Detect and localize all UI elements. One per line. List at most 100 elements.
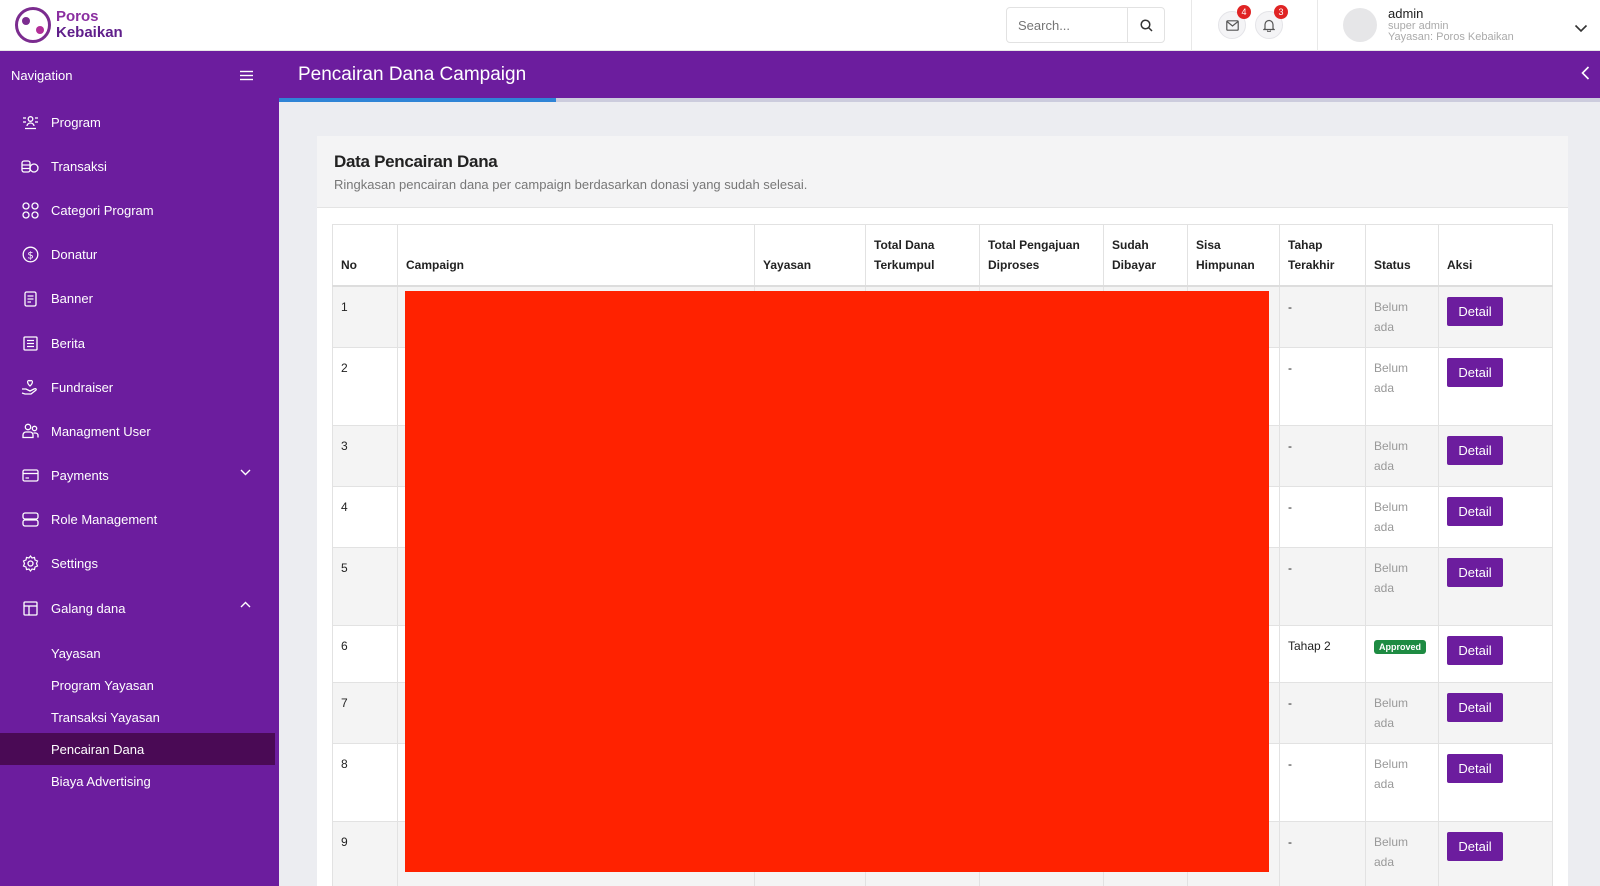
- col-header-campaign[interactable]: Campaign: [397, 224, 755, 287]
- sidebar-item-berita[interactable]: Berita: [0, 321, 279, 365]
- col-header-yayasan[interactable]: Yayasan: [754, 224, 866, 287]
- svg-text:$: $: [27, 250, 33, 261]
- chevron-down-icon[interactable]: [1574, 24, 1588, 33]
- card-icon: [21, 467, 39, 485]
- status-text: Belum: [1374, 835, 1409, 849]
- coins-icon: [21, 157, 39, 175]
- cell-status: Belum ada: [1365, 547, 1439, 626]
- sidebar-item-label: Role Management: [51, 512, 158, 528]
- status-text: ada: [1374, 459, 1395, 473]
- col-header-tahap-terakhir[interactable]: Tahap Terakhir: [1279, 224, 1366, 287]
- cell-no: 8: [332, 743, 398, 822]
- detail-button[interactable]: Detail: [1447, 558, 1503, 587]
- chevron-up-icon[interactable]: [240, 601, 251, 608]
- col-header-total-pengajuan[interactable]: Total Pengajuan Diproses: [979, 224, 1104, 287]
- sidebar: Navigation Program Transaksi Categori Pr…: [0, 51, 279, 886]
- layout-icon: [21, 599, 39, 617]
- sidebar-item-label: Banner: [51, 291, 93, 307]
- sidebar-item-payments[interactable]: Payments: [0, 454, 279, 498]
- col-header-total-dana[interactable]: Total Dana Terkumpul: [865, 224, 980, 287]
- sidebar-item-categori-program[interactable]: Categori Program: [0, 188, 279, 232]
- col-header-line: Dibayar: [1112, 258, 1157, 272]
- col-header-sudah-dibayar[interactable]: Sudah Dibayar: [1103, 224, 1188, 287]
- header-divider: [1191, 0, 1192, 51]
- col-header-line: Terakhir: [1288, 258, 1335, 272]
- status-text: Belum: [1374, 500, 1409, 514]
- page-title: Pencairan Dana Campaign: [298, 63, 527, 85]
- col-header-sisa-himpunan[interactable]: Sisa Himpunan: [1187, 224, 1280, 287]
- users-icon: [21, 422, 39, 440]
- col-header-line: Sudah: [1112, 238, 1149, 252]
- user-menu[interactable]: admin super admin Yayasan: Poros Kebaika…: [1318, 5, 1600, 43]
- sidebar-item-role-management[interactable]: Role Management: [0, 498, 279, 542]
- search-input[interactable]: [1007, 8, 1127, 42]
- sidebar-item-program[interactable]: Program: [0, 100, 279, 144]
- status-text: Belum: [1374, 300, 1409, 314]
- cell-aksi: Detail: [1438, 285, 1553, 348]
- sidebar-item-galang-dana[interactable]: Galang dana: [0, 586, 279, 630]
- sidebar-item-label: Settings: [51, 556, 98, 572]
- sidebar-subitem-pencairan-dana[interactable]: Pencairan Dana: [0, 733, 275, 766]
- sidebar-item-label: Categori Program: [51, 202, 154, 218]
- user-org: Yayasan: Poros Kebaikan: [1388, 30, 1514, 43]
- logo[interactable]: Poros Kebaikan: [0, 7, 279, 43]
- sidebar-item-transaksi[interactable]: Transaksi: [0, 144, 279, 188]
- search-button[interactable]: [1127, 8, 1164, 42]
- cell-no: 6: [332, 625, 398, 683]
- col-header-line: Tahap: [1288, 238, 1323, 252]
- sidebar-item-donatur[interactable]: $ Donatur: [0, 233, 279, 277]
- detail-button[interactable]: Detail: [1447, 358, 1503, 387]
- news-icon: [21, 334, 39, 352]
- status-text: ada: [1374, 855, 1395, 869]
- detail-button[interactable]: Detail: [1447, 693, 1503, 722]
- cell-status: Belum ada: [1365, 743, 1439, 822]
- sidebar-subitem-biaya-advertising[interactable]: Biaya Advertising: [0, 765, 275, 797]
- cell-tahap: -: [1279, 743, 1366, 822]
- table-header-row: No Campaign Yayasan Total Dana Terkumpul …: [332, 224, 1553, 287]
- cell-tahap: Tahap 2: [1279, 625, 1366, 683]
- status-text: ada: [1374, 581, 1395, 595]
- sidebar-item-banner[interactable]: Banner: [0, 277, 279, 321]
- col-header-status[interactable]: Status: [1365, 224, 1439, 287]
- detail-button[interactable]: Detail: [1447, 297, 1503, 326]
- menu-toggle-icon[interactable]: [240, 70, 253, 81]
- redaction-block: [405, 291, 1269, 872]
- sidebar-item-settings[interactable]: Settings: [0, 542, 279, 586]
- logo-text: Poros Kebaikan: [56, 9, 123, 41]
- col-header-line: Himpunan: [1196, 258, 1255, 272]
- detail-button[interactable]: Detail: [1447, 636, 1503, 665]
- sidebar-subitem-transaksi-yayasan[interactable]: Transaksi Yayasan: [0, 701, 275, 733]
- messages-badge: 4: [1237, 5, 1251, 19]
- status-text: ada: [1374, 381, 1395, 395]
- cell-no: 3: [332, 425, 398, 487]
- detail-button[interactable]: Detail: [1447, 436, 1503, 465]
- chevron-down-icon[interactable]: [240, 469, 251, 476]
- status-text: Belum: [1374, 361, 1409, 375]
- detail-button[interactable]: Detail: [1447, 754, 1503, 783]
- page-progress-fill: [279, 98, 557, 102]
- cell-no: 4: [332, 486, 398, 548]
- program-icon: [21, 113, 39, 131]
- col-header-no[interactable]: No: [332, 224, 398, 287]
- status-badge: Approved: [1374, 640, 1427, 654]
- detail-button[interactable]: Detail: [1447, 832, 1503, 861]
- sidebar-item-managment-user[interactable]: Managment User: [0, 409, 279, 453]
- messages-button[interactable]: 4: [1218, 5, 1251, 39]
- logo-line-1: Poros: [56, 8, 99, 25]
- cell-tahap: -: [1279, 821, 1366, 886]
- sidebar-subitem-yayasan[interactable]: Yayasan: [0, 637, 275, 669]
- status-text: ada: [1374, 520, 1395, 534]
- notifications-button[interactable]: 3: [1255, 5, 1288, 39]
- cell-tahap: -: [1279, 682, 1366, 744]
- chevron-left-icon[interactable]: [1581, 66, 1590, 80]
- detail-button[interactable]: Detail: [1447, 497, 1503, 526]
- status-text: Belum: [1374, 696, 1409, 710]
- dollar-circle-icon: $: [21, 246, 39, 264]
- col-header-line: Sisa: [1196, 238, 1221, 252]
- sidebar-subitem-program-yayasan[interactable]: Program Yayasan: [0, 669, 275, 701]
- user-name: admin: [1388, 5, 1424, 21]
- cell-aksi: Detail: [1438, 821, 1553, 886]
- cell-status: Belum ada: [1365, 682, 1439, 744]
- sidebar-item-fundraiser[interactable]: Fundraiser: [0, 365, 279, 409]
- avatar: [1343, 8, 1377, 42]
